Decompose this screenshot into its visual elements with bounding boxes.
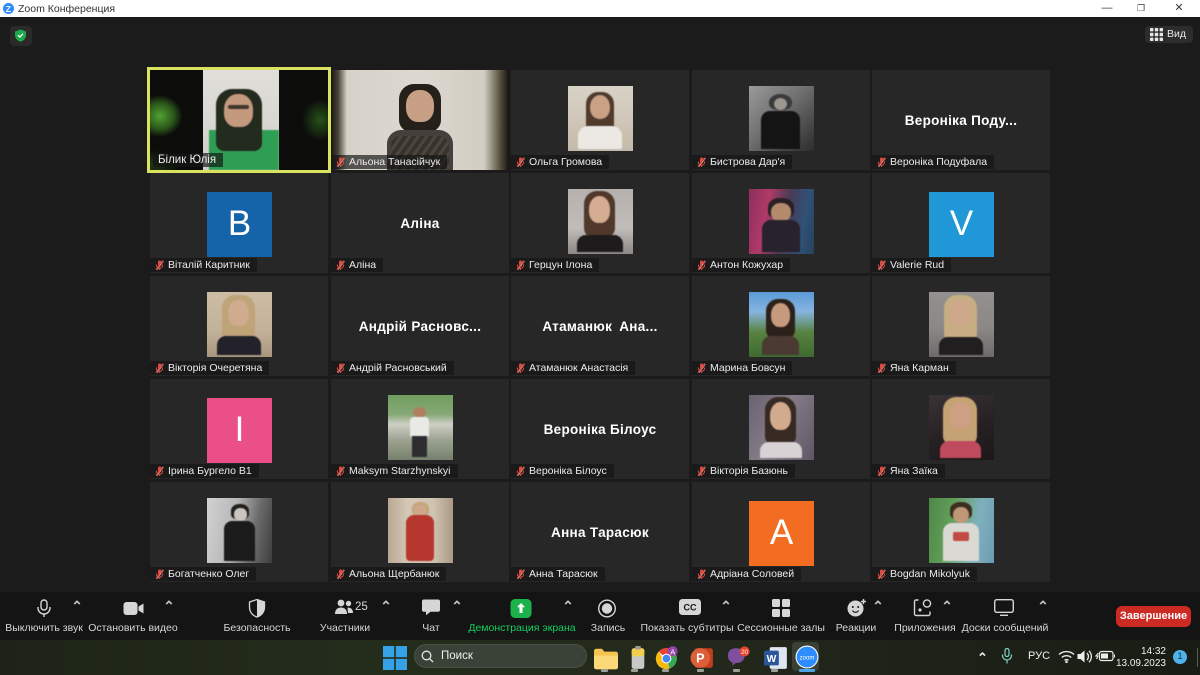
svg-text:20: 20: [741, 649, 749, 656]
svg-text:CC: CC: [684, 603, 697, 613]
svg-text:W: W: [767, 654, 777, 665]
svg-text:zoom: zoom: [800, 656, 815, 662]
svg-text:P: P: [696, 652, 704, 666]
svg-text:A: A: [670, 647, 675, 656]
